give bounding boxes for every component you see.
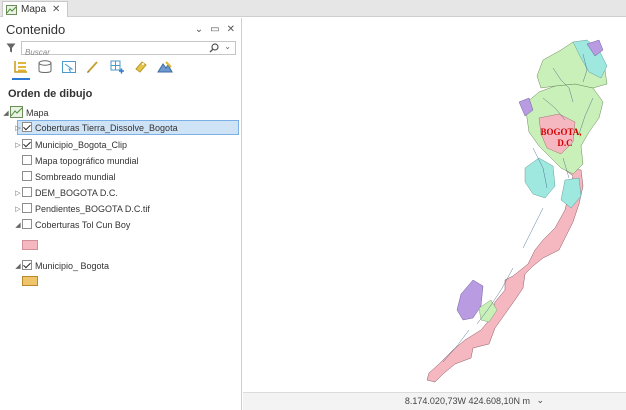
layer-row-municipio-bogota-clip[interactable]: ▷ Municipio_Bogota_Clip — [0, 137, 241, 152]
layer-label: Coberturas Tierra_Dissolve_Bogota — [35, 122, 178, 133]
legend-swatch-orange[interactable] — [22, 276, 38, 286]
layer-row-coberturas-tierra-dissolve[interactable]: ▷ Coberturas Tierra_Dissolve_Bogota — [0, 120, 241, 135]
layer-visibility-checkbox[interactable] — [22, 155, 32, 165]
coordinate-readout: 8.174.020,73W 424.608,10N m — [404, 396, 530, 406]
search-row: ⌄ — [6, 41, 236, 59]
pane-close-icon[interactable]: ✕ — [227, 24, 235, 35]
search-input[interactable] — [22, 46, 202, 59]
drawing-order-heading: Orden de dibujo — [8, 88, 93, 100]
layer-label: Municipio_ Bogota — [35, 260, 110, 271]
map-tab[interactable]: Mapa ✕ — [2, 1, 68, 17]
expand-arrow-icon[interactable]: ▷ — [14, 124, 22, 132]
pane-title: Contenido — [6, 22, 66, 37]
map-label-line1: BOGOTA, — [540, 127, 581, 137]
close-tab-icon[interactable]: ✕ — [52, 4, 60, 15]
layer-visibility-checkbox[interactable] — [22, 122, 32, 132]
search-icon[interactable] — [209, 43, 219, 53]
filter-icon[interactable] — [6, 43, 16, 53]
document-tab-strip: Mapa ✕ — [0, 0, 626, 17]
list-by-snapping-icon[interactable] — [108, 58, 126, 76]
legend-swatch-pink[interactable] — [22, 240, 38, 250]
layer-visibility-checkbox[interactable] — [22, 260, 32, 270]
layer-label: Mapa topográfico mundial — [35, 155, 139, 166]
collapse-arrow-icon[interactable]: ◢ — [14, 262, 22, 270]
expand-arrow-icon[interactable]: ▷ — [14, 141, 22, 149]
map-label-line2: D.C — [557, 138, 572, 148]
layer-visibility-checkbox[interactable] — [22, 203, 32, 213]
pane-maximize-icon[interactable]: ▭ — [210, 24, 219, 35]
pane-controls: ⌄ ▭ ✕ — [195, 24, 235, 35]
layer-row-dem-bogota[interactable]: ▷ DEM_BOGOTA D.C. — [0, 185, 241, 200]
layer-label: Municipio_Bogota_Clip — [35, 139, 128, 150]
layer-visibility-checkbox[interactable] — [22, 219, 32, 229]
layer-label: Sombreado mundial — [35, 171, 116, 182]
expand-arrow-icon[interactable]: ▷ — [14, 189, 22, 197]
search-box: ⌄ — [21, 41, 236, 59]
map-view[interactable]: BOGOTA, D.C — [243, 18, 626, 392]
layer-row-mapa-topografico[interactable]: Mapa topográfico mundial — [0, 153, 241, 168]
list-by-selection-icon[interactable] — [60, 58, 78, 76]
purple-region-south — [456, 279, 484, 321]
map-root-label: Mapa — [26, 107, 49, 118]
layer-row-coberturas-tol-cun-boy[interactable]: ◢ Coberturas Tol Cun Boy — [0, 217, 241, 232]
layer-visibility-checkbox[interactable] — [22, 187, 32, 197]
list-by-drawing-order-icon[interactable] — [12, 58, 30, 76]
contents-pane: Contenido ⌄ ▭ ✕ ⌄ — [0, 18, 242, 410]
map-tab-label: Mapa — [21, 4, 47, 15]
layer-visibility-checkbox[interactable] — [22, 139, 32, 149]
collapse-arrow-icon[interactable]: ◢ — [14, 221, 22, 229]
list-by-labeling-icon[interactable] — [132, 58, 150, 76]
active-tool-indicator — [12, 78, 30, 80]
map-root-row[interactable]: ◢ Mapa — [0, 105, 241, 120]
search-options-chevron-icon[interactable]: ⌄ — [224, 42, 231, 51]
list-by-perspective-icon[interactable] — [156, 58, 174, 76]
pink-land-cover-region — [426, 167, 584, 383]
expand-arrow-icon[interactable]: ▷ — [14, 205, 22, 213]
layer-label: DEM_BOGOTA D.C. — [35, 187, 118, 198]
layer-label: Coberturas Tol Cun Boy — [35, 219, 131, 230]
map-canvas[interactable]: BOGOTA, D.C — [243, 18, 626, 392]
layer-row-municipio-bogota[interactable]: ◢ Municipio_ Bogota — [0, 258, 241, 273]
list-by-editing-icon[interactable] — [84, 58, 102, 76]
collapse-arrow-icon[interactable]: ◢ — [2, 109, 10, 117]
contents-toolbar — [12, 58, 174, 76]
list-by-source-icon[interactable] — [36, 58, 54, 76]
map-status-bar: 8.174.020,73W 424.608,10N m ⌄ — [243, 392, 626, 410]
map-icon — [10, 106, 23, 118]
map-icon — [6, 4, 17, 15]
pane-options-icon[interactable]: ⌄ — [195, 24, 203, 35]
cyan-region-mid — [524, 157, 556, 199]
layer-row-sombreado-mundial[interactable]: Sombreado mundial — [0, 169, 241, 184]
layer-row-pendientes-bogota[interactable]: ▷ Pendientes_BOGOTA D.C.tif — [0, 201, 241, 216]
layer-label: Pendientes_BOGOTA D.C.tif — [35, 203, 150, 214]
coordinate-format-chevron-icon[interactable]: ⌄ — [536, 395, 544, 406]
layer-visibility-checkbox[interactable] — [22, 171, 32, 181]
